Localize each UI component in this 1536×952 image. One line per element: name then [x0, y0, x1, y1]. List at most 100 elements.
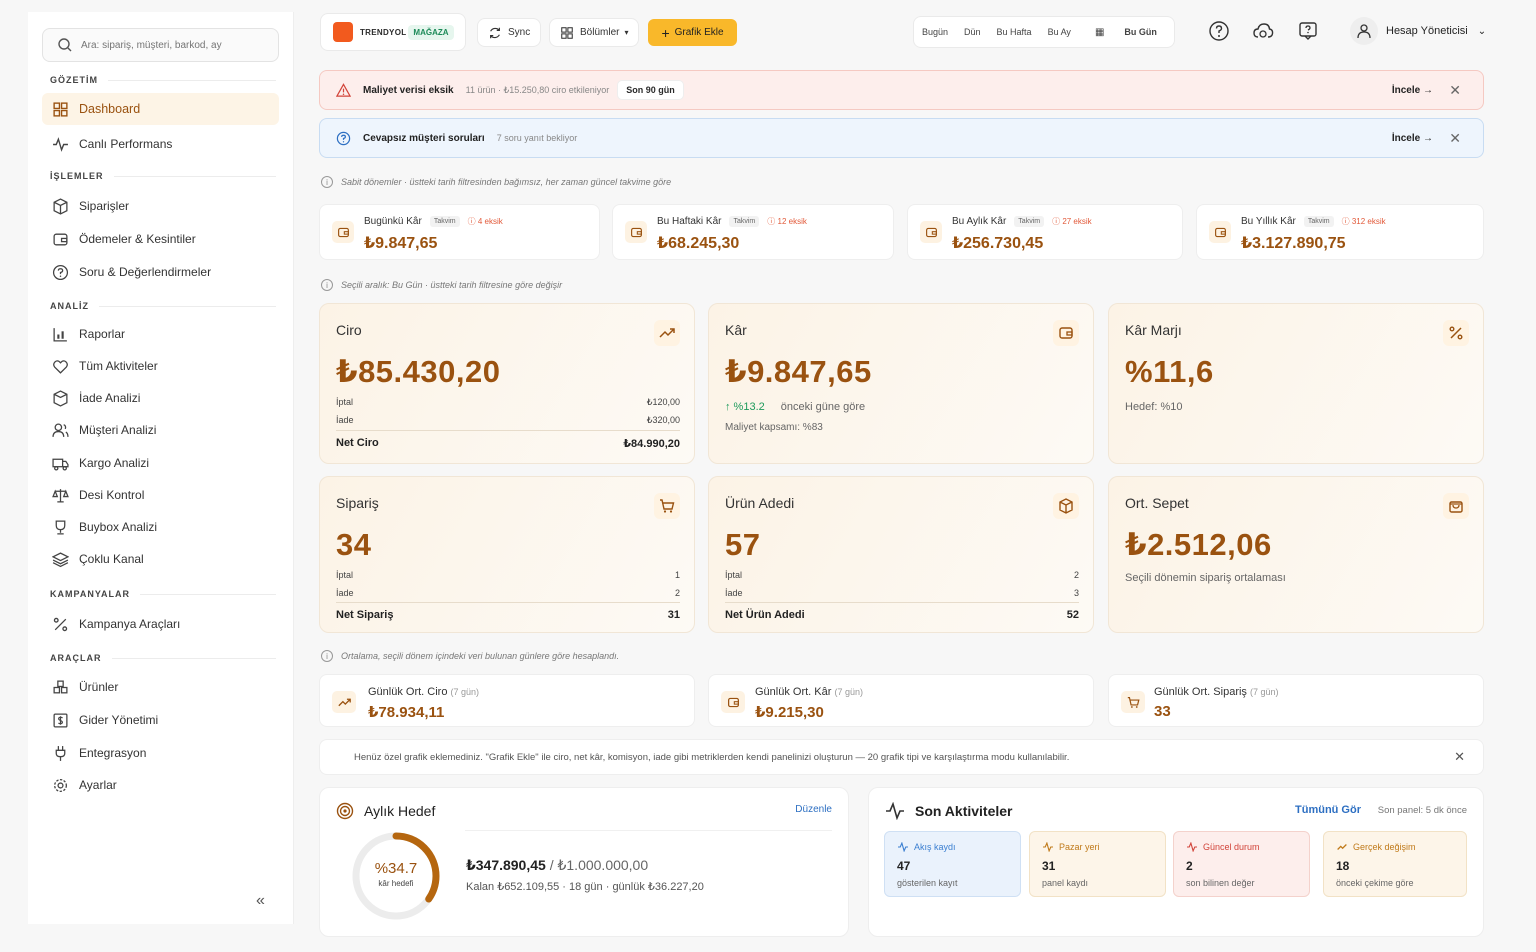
- sidebar-item-buybox[interactable]: Buybox Analizi: [42, 511, 279, 543]
- gear-icon: [54, 778, 67, 792]
- activity-card-current-status[interactable]: Güncel durum 2 son bilinen değer: [1173, 831, 1310, 897]
- missing-badge[interactable]: ⓘ 312 eksik: [1342, 216, 1386, 227]
- basket-card[interactable]: Ort. Sepet ₺2.512,06 Seçili dönemin sipa…: [1108, 476, 1484, 633]
- sidebar-item-desi-kontrol[interactable]: Desi Kontrol: [42, 479, 279, 511]
- activity-card-desc: önceki çekime göre: [1336, 878, 1414, 888]
- sidebar-item-canli-performans[interactable]: Canlı Performans: [42, 128, 279, 160]
- missing-badge[interactable]: ⓘ 27 eksik: [1052, 216, 1092, 227]
- sidebar-item-musteri-analizi[interactable]: Müşteri Analizi: [42, 414, 279, 446]
- card-value: ₺256.730,45: [952, 235, 1044, 252]
- inspect-button[interactable]: İncele →: [1392, 133, 1433, 144]
- help-icon[interactable]: [1208, 20, 1230, 42]
- activity-card-real-change[interactable]: Gerçek değişim 18 önceki çekime göre: [1323, 831, 1467, 897]
- period-this-month[interactable]: Bu Ay: [1040, 17, 1079, 47]
- sidebar-item-urunler[interactable]: Ürünler: [42, 671, 279, 703]
- avg-siparis-card[interactable]: Günlük Ort. Sipariş (7 gün) 33: [1108, 674, 1484, 727]
- close-icon[interactable]: ✕: [1449, 82, 1461, 99]
- add-chart-button[interactable]: + Grafik Ekle: [648, 19, 737, 46]
- goal-percent: %34.7: [374, 860, 418, 877]
- sidebar-item-ayarlar[interactable]: Ayarlar: [42, 769, 279, 801]
- sidebar-item-label: Ayarlar: [79, 778, 117, 792]
- product-count-value: 57: [725, 527, 761, 562]
- store-badge[interactable]: TRENDYOL MAĞAZA: [320, 13, 466, 51]
- ciro-card[interactable]: Ciro ₺85.430,20 İptal ₺120,00 İade ₺320,00…: [319, 303, 695, 464]
- order-card[interactable]: Sipariş 34 İptal 1 İade 2 Net Sipariş 31: [319, 476, 695, 633]
- avg-days: (7 gün): [1249, 687, 1279, 697]
- boxes-icon: [53, 679, 68, 693]
- sidebar-item-entegrasyon[interactable]: Entegrasyon: [42, 737, 279, 769]
- sidebar-item-kargo-analizi[interactable]: Kargo Analizi: [42, 447, 279, 479]
- period-this-week[interactable]: Bu Hafta: [989, 17, 1040, 47]
- sidebar-item-iade-analizi[interactable]: İade Analizi: [42, 382, 279, 414]
- sidebar-item-odemeler[interactable]: Ödemeler & Kesintiler: [42, 223, 279, 255]
- search-box[interactable]: [42, 28, 279, 62]
- panel-title: Son Aktiviteler: [915, 803, 1013, 819]
- trending-up-icon: [654, 320, 680, 346]
- kar-value: ₺9.847,65: [725, 354, 872, 389]
- close-icon[interactable]: ✕: [1454, 749, 1465, 765]
- sidebar-item-dashboard[interactable]: Dashboard: [42, 93, 279, 125]
- sidebar-item-label: Tüm Aktiviteler: [79, 359, 158, 373]
- sections-dropdown[interactable]: Bölümler ▾: [549, 18, 640, 47]
- warning-icon: [336, 82, 351, 97]
- trending-up-icon: [1337, 844, 1347, 850]
- margin-card[interactable]: Kâr Marjı %11,6 Hedef: %10: [1108, 303, 1484, 464]
- sync-button[interactable]: Sync: [477, 18, 542, 47]
- message-question-icon[interactable]: [1297, 20, 1319, 42]
- avg-ciro-card[interactable]: Günlük Ort. Ciro (7 gün) ₺78.934,11: [319, 674, 695, 727]
- sidebar-item-gider[interactable]: Gider Yönetimi: [42, 704, 279, 736]
- period-custom-label: Bu Gün: [1124, 27, 1157, 37]
- period-card-month[interactable]: Bu Aylık Kâr Takvim ⓘ 27 eksik ₺256.730,45: [907, 204, 1183, 260]
- activity-card-flow[interactable]: Akış kaydı 47 gösterilen kayıt: [884, 831, 1021, 897]
- sidebar-item-tum-aktiviteler[interactable]: Tüm Aktiviteler: [42, 350, 279, 382]
- product-count-card[interactable]: Ürün Adedi 57 İptal 2 İade 3 Net Ürün Aded…: [708, 476, 1094, 633]
- user-menu[interactable]: Hesap Yöneticisi ⌄: [1350, 17, 1486, 45]
- alert-period-chip[interactable]: Son 90 gün: [617, 80, 684, 100]
- sidebar-item-coklu-kanal[interactable]: Çoklu Kanal: [42, 543, 279, 575]
- close-icon[interactable]: ✕: [1449, 130, 1461, 147]
- edit-goal-link[interactable]: Düzenle: [795, 804, 832, 815]
- sidebar-item-label: Canlı Performans: [79, 137, 173, 151]
- activity-card-value: 2: [1186, 859, 1193, 873]
- activity-card-marketplace[interactable]: Pazar yeri 31 panel kaydı: [1029, 831, 1166, 897]
- trending-up-icon: [332, 691, 356, 713]
- sidebar-item-siparisler[interactable]: Siparişler: [42, 190, 279, 222]
- brand-name: TRENDYOL: [360, 27, 407, 37]
- alert-title: Maliyet verisi eksik: [363, 84, 454, 96]
- calendar-tag: Takvim: [729, 216, 760, 227]
- cloud-sync-icon[interactable]: [1252, 20, 1274, 42]
- basket-desc: Seçili dönemin sipariş ortalaması: [1125, 572, 1286, 584]
- avg-kar-card[interactable]: Günlük Ort. Kâr (7 gün) ₺9.215,30: [708, 674, 1094, 727]
- period-today[interactable]: Bugün: [914, 17, 956, 47]
- kar-card[interactable]: Kâr ₺9.847,65 ↑ %13.2 önceki güne göre Ma…: [708, 303, 1094, 464]
- sidebar-item-kampanya[interactable]: Kampanya Araçları: [42, 608, 279, 640]
- missing-badge[interactable]: ⓘ 12 eksik: [767, 216, 807, 227]
- see-all-link[interactable]: Tümünü Gör: [1295, 804, 1361, 816]
- sync-label: Sync: [508, 27, 531, 38]
- sidebar-item-label: İade Analizi: [79, 391, 141, 405]
- calendar-tag: Takvim: [429, 216, 460, 227]
- missing-badge[interactable]: ⓘ 4 eksik: [468, 216, 503, 227]
- sidebar-item-label: Ödemeler & Kesintiler: [79, 232, 196, 246]
- activity-card-desc: son bilinen değer: [1186, 878, 1255, 888]
- add-chart-label: Grafik Ekle: [674, 27, 724, 38]
- calendar-icon: ▦: [1094, 26, 1105, 38]
- sidebar-item-label: Raporlar: [79, 327, 126, 341]
- inspect-button[interactable]: İncele →: [1392, 85, 1433, 96]
- change-desc: önceki güne göre: [780, 401, 866, 413]
- section-kampanyalar: KAMPANYALAR: [50, 589, 276, 599]
- collapse-sidebar-button[interactable]: «: [256, 892, 265, 910]
- search-input[interactable]: [81, 39, 271, 51]
- note-text: Sabit dönemler · üstteki tarih filtresin…: [341, 177, 672, 187]
- period-custom[interactable]: ▦ Bu Gün: [1079, 17, 1173, 47]
- cancel-label: İptal: [336, 397, 354, 407]
- wallet-icon: [721, 691, 745, 713]
- sidebar-item-soru[interactable]: Soru & Değerlendirmeler: [42, 256, 279, 288]
- period-card-year[interactable]: Bu Yıllık Kâr Takvim ⓘ 312 eksik ₺3.127.89…: [1196, 204, 1484, 260]
- sidebar-item-raporlar[interactable]: Raporlar: [42, 318, 279, 350]
- card-title: Ürün Adedi: [725, 495, 795, 511]
- period-card-today[interactable]: Bugünkü Kâr Takvim ⓘ 4 eksik ₺9.847,65: [319, 204, 600, 260]
- period-card-week[interactable]: Bu Haftaki Kâr Takvim ⓘ 12 eksik ₺68.245,3…: [612, 204, 894, 260]
- cart-icon: [1121, 691, 1145, 713]
- period-yesterday[interactable]: Dün: [956, 17, 989, 47]
